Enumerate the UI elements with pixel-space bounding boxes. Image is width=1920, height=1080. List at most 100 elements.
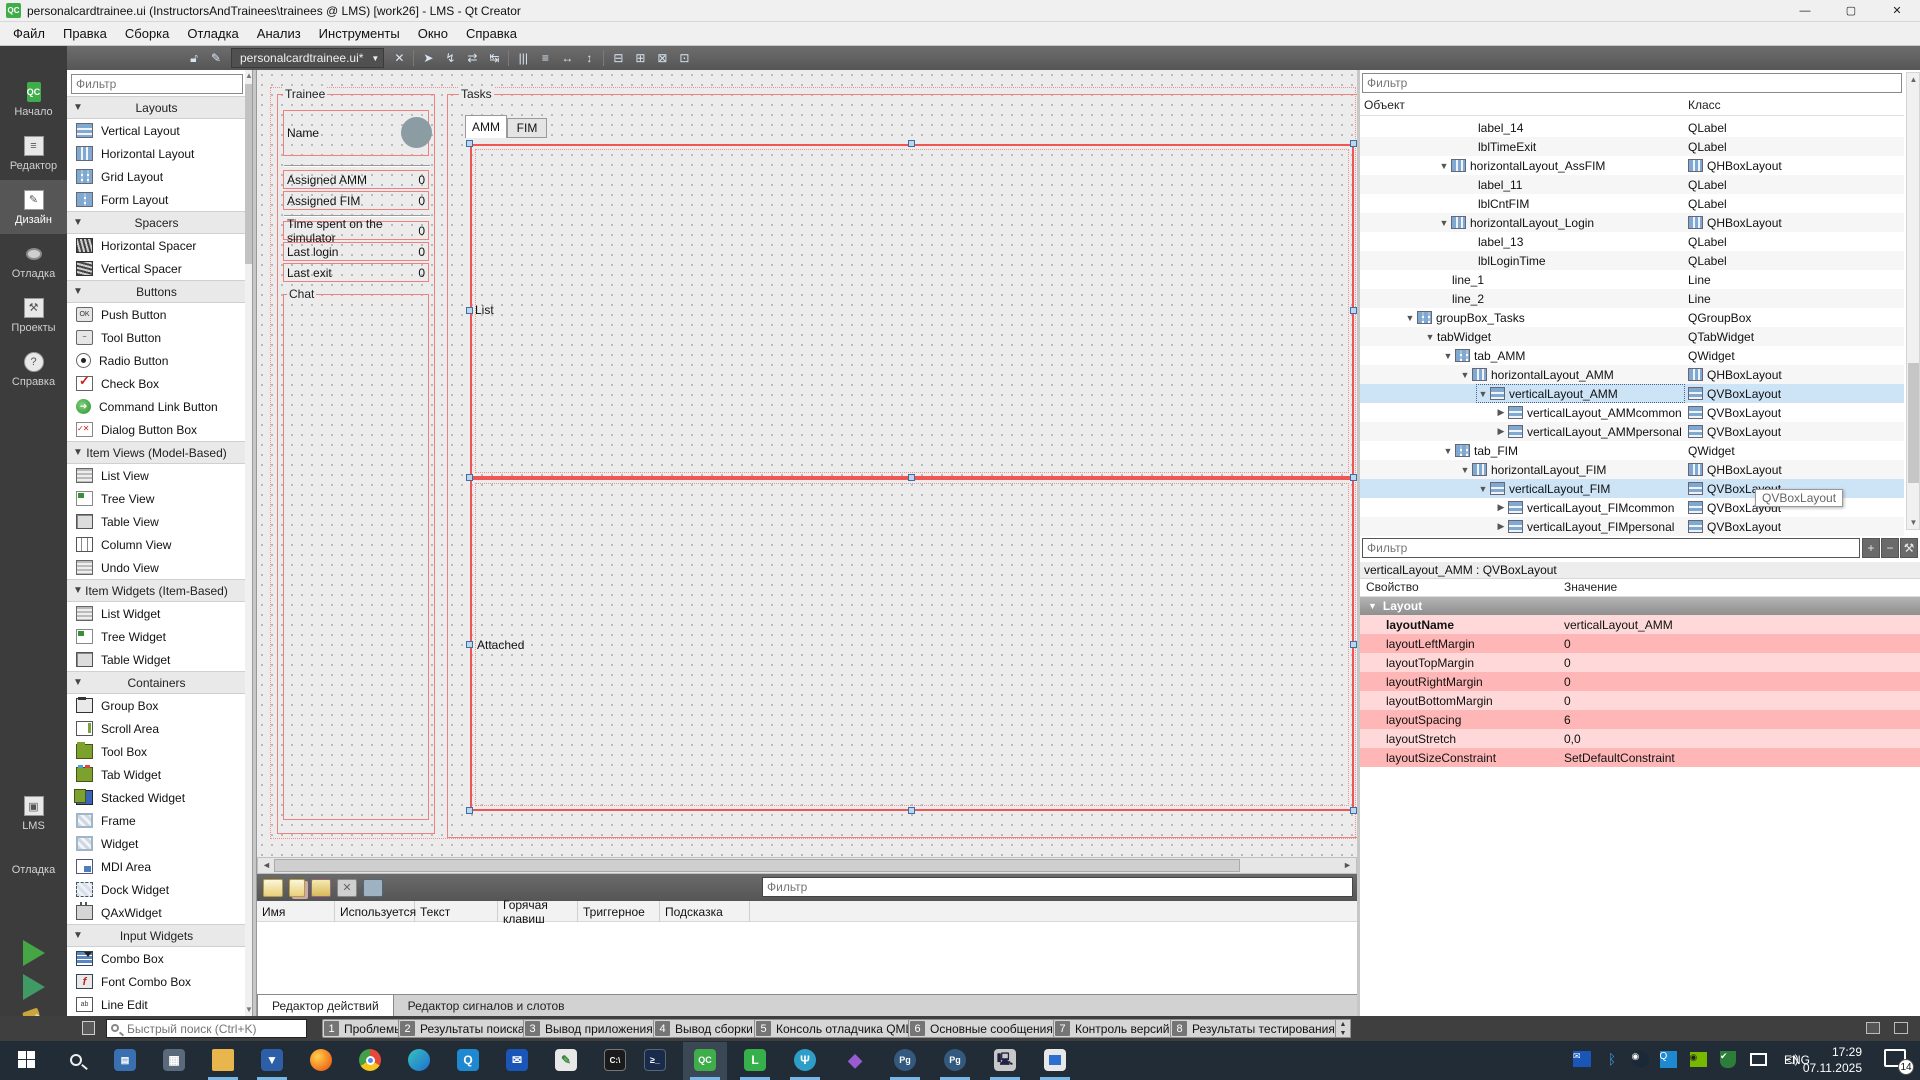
widget-item-tool-box[interactable]: Tool Box (67, 740, 246, 763)
layout-form-icon[interactable]: ⊟ (609, 49, 627, 67)
maximize-button[interactable]: ▢ (1828, 0, 1874, 22)
taskbar-icon-lms-app[interactable]: L (743, 1048, 767, 1072)
tree-row-horizontalLayout_Login[interactable]: ▼horizontalLayout_LoginQHBoxLayout (1360, 213, 1904, 232)
output-pane-Вывод-сборки[interactable]: 4Вывод сборки (653, 1019, 760, 1038)
chevron-down-icon[interactable]: ▼ (1423, 332, 1437, 342)
menu-item-Инструменты[interactable]: Инструменты (310, 23, 409, 44)
taskbar-icon-cmd[interactable]: C:\ (603, 1048, 627, 1072)
menu-item-Анализ[interactable]: Анализ (248, 23, 310, 44)
property-row-layoutBottomMargin[interactable]: layoutBottomMargin0 (1360, 691, 1920, 710)
tab-Редактор-действий[interactable]: Редактор действий (257, 995, 394, 1017)
widget-item-group-box[interactable]: Group Box (67, 694, 246, 717)
chevron-right-icon[interactable]: ▶ (1494, 426, 1508, 437)
window-toggle-icon[interactable] (82, 1021, 95, 1035)
tray-nvidia-icon[interactable]: ◉ (1688, 1049, 1708, 1069)
mode-Проекты[interactable]: ⚒Проекты (0, 288, 67, 342)
scroll-up-icon[interactable]: ▲ (1907, 73, 1920, 86)
edit-action-icon[interactable] (311, 879, 331, 897)
scrollbar-thumb[interactable] (274, 859, 1240, 872)
taskbar-icon-qt-creator[interactable]: QC (693, 1048, 717, 1072)
selection-handle[interactable] (466, 807, 473, 814)
widgetbox-section-Item Views (Model-Based)[interactable]: ▼Item Views (Model-Based) (67, 441, 246, 464)
widget-item-vertical-spacer[interactable]: Vertical Spacer (67, 257, 246, 280)
close-document-icon[interactable]: ✕ (390, 49, 408, 67)
chevron-down-icon[interactable]: ▼ (1476, 389, 1490, 399)
tree-row-label_11[interactable]: label_11QLabel (1360, 175, 1904, 194)
output-pane-Вывод-приложения[interactable]: 3Вывод приложения (523, 1019, 660, 1038)
tree-row-horizontalLayout_FIM[interactable]: ▼horizontalLayout_FIMQHBoxLayout (1360, 460, 1904, 479)
layout-grid-icon[interactable]: ⊞ (631, 49, 649, 67)
tree-row-verticalLayout_AMMcommon[interactable]: ▶verticalLayout_AMMcommonQVBoxLayout (1360, 403, 1904, 422)
kit-project-label[interactable]: LMS (0, 820, 67, 832)
output-pane-Основные-сообщения[interactable]: 6Основные сообщения (908, 1019, 1060, 1038)
remove-property-icon[interactable]: − (1881, 538, 1899, 558)
taskbar-icon-vnc-viewer[interactable] (1043, 1048, 1067, 1072)
value-column-header[interactable]: Значение (1564, 580, 1617, 594)
output-pane-Проблемы[interactable]: 1Проблемы (322, 1019, 410, 1038)
menu-item-Справка[interactable]: Справка (457, 23, 526, 44)
layout-vertical-icon[interactable]: ≡ (536, 49, 554, 67)
tab-AMM[interactable]: AMM (465, 115, 507, 138)
configure-icon[interactable] (363, 879, 383, 897)
stat-row2-1[interactable]: Last login0 (283, 242, 429, 261)
property-column-header[interactable]: Свойство (1366, 580, 1419, 594)
property-row-layoutTopMargin[interactable]: layoutTopMargin0 (1360, 653, 1920, 672)
action-column-5[interactable]: Подсказка (660, 901, 750, 922)
widget-item-line-edit[interactable]: abLine Edit (67, 993, 246, 1016)
widget-item-column-view[interactable]: Column View (67, 533, 246, 556)
widget-item-mdi-area[interactable]: MDI Area (67, 855, 246, 878)
chevron-down-icon[interactable]: ▼ (1403, 313, 1417, 323)
tree-row-horizontalLayout_AssFIM[interactable]: ▼horizontalLayout_AssFIMQHBoxLayout (1360, 156, 1904, 175)
layout-horizontal-icon[interactable]: ||| (514, 49, 532, 67)
selection-handle[interactable] (908, 807, 915, 814)
widgetbox-section-Item Widgets (Item-Based)[interactable]: ▼Item Widgets (Item-Based) (67, 579, 246, 602)
property-value[interactable]: 0 (1558, 691, 1920, 710)
selection-handle[interactable] (466, 140, 473, 147)
taskbar-icon-q-app[interactable]: Q (456, 1048, 480, 1072)
chevron-down-icon[interactable]: ▼ (1458, 465, 1472, 475)
property-value[interactable]: verticalLayout_AMM (1558, 615, 1920, 634)
lock-icon[interactable]: 🔓︎ (185, 49, 203, 67)
property-value[interactable]: 6 (1558, 710, 1920, 729)
widget-item-combo-box[interactable]: Combo Box (67, 947, 246, 970)
output-pane-toggle-icon[interactable] (1894, 1022, 1908, 1034)
layout-splitter-horizontal-icon[interactable]: ↔ (558, 49, 576, 67)
taskbar-icon-start[interactable] (15, 1048, 39, 1072)
action-filter-input[interactable] (762, 877, 1353, 897)
stat-row-0[interactable]: Assigned AMM0 (283, 170, 429, 189)
widget-item-grid-layout[interactable]: Grid Layout (67, 165, 246, 188)
tray-network-icon[interactable] (1748, 1049, 1768, 1069)
selection-handle[interactable] (908, 140, 915, 147)
tab-FIM[interactable]: FIM (507, 118, 547, 138)
chevron-down-icon[interactable]: ▼ (1458, 370, 1472, 380)
tree-row-line_1[interactable]: line_1Line (1360, 270, 1904, 289)
widget-item-form-layout[interactable]: Form Layout (67, 188, 246, 211)
menu-item-Окно[interactable]: Окно (409, 23, 457, 44)
mode-Редактор[interactable]: ≡Редактор (0, 126, 67, 180)
clock[interactable]: 17:29 07.11.2025 (1803, 1044, 1862, 1076)
property-value[interactable]: SetDefaultConstraint (1558, 748, 1920, 767)
widget-item-tool-button[interactable]: ~Tool Button (67, 326, 246, 349)
widgetbox-section-Buttons[interactable]: ▼Buttons (67, 280, 246, 303)
canvas-hscrollbar[interactable]: ◄ ► (257, 857, 1357, 874)
layout-amm-personal[interactable] (470, 478, 1354, 811)
tray-security-icon[interactable]: ✔ (1718, 1049, 1738, 1069)
selection-handle[interactable] (466, 474, 473, 481)
tree-row-label_13[interactable]: label_13QLabel (1360, 232, 1904, 251)
stat-row2-0[interactable]: Time spent on the simulator0 (283, 221, 429, 240)
scroll-left-icon[interactable]: ◄ (259, 859, 274, 872)
form-canvas[interactable]: Trainee Name Assigned AMM0Assigned FIM0 … (257, 70, 1357, 857)
edit-buddies-icon[interactable]: ⇄ (463, 49, 481, 67)
adjust-size-icon[interactable]: ⊡ (675, 49, 693, 67)
tree-row-lblCntFIM[interactable]: lblCntFIMQLabel (1360, 194, 1904, 213)
tree-row-lblLoginTime[interactable]: lblLoginTimeQLabel (1360, 251, 1904, 270)
selection-handle[interactable] (1350, 474, 1357, 481)
action-column-0[interactable]: Имя (257, 901, 335, 922)
scroll-right-icon[interactable]: ► (1340, 859, 1355, 872)
taskbar-icon-chrome[interactable] (358, 1048, 382, 1072)
output-pane-Результаты-тестирования[interactable]: 8Результаты тестирования (1170, 1019, 1342, 1038)
mode-Начало[interactable]: QCНачало (0, 72, 67, 126)
selection-handle[interactable] (908, 474, 915, 481)
chevron-down-icon[interactable]: ▼ (1441, 351, 1455, 361)
widget-item-undo-view[interactable]: Undo View (67, 556, 246, 579)
